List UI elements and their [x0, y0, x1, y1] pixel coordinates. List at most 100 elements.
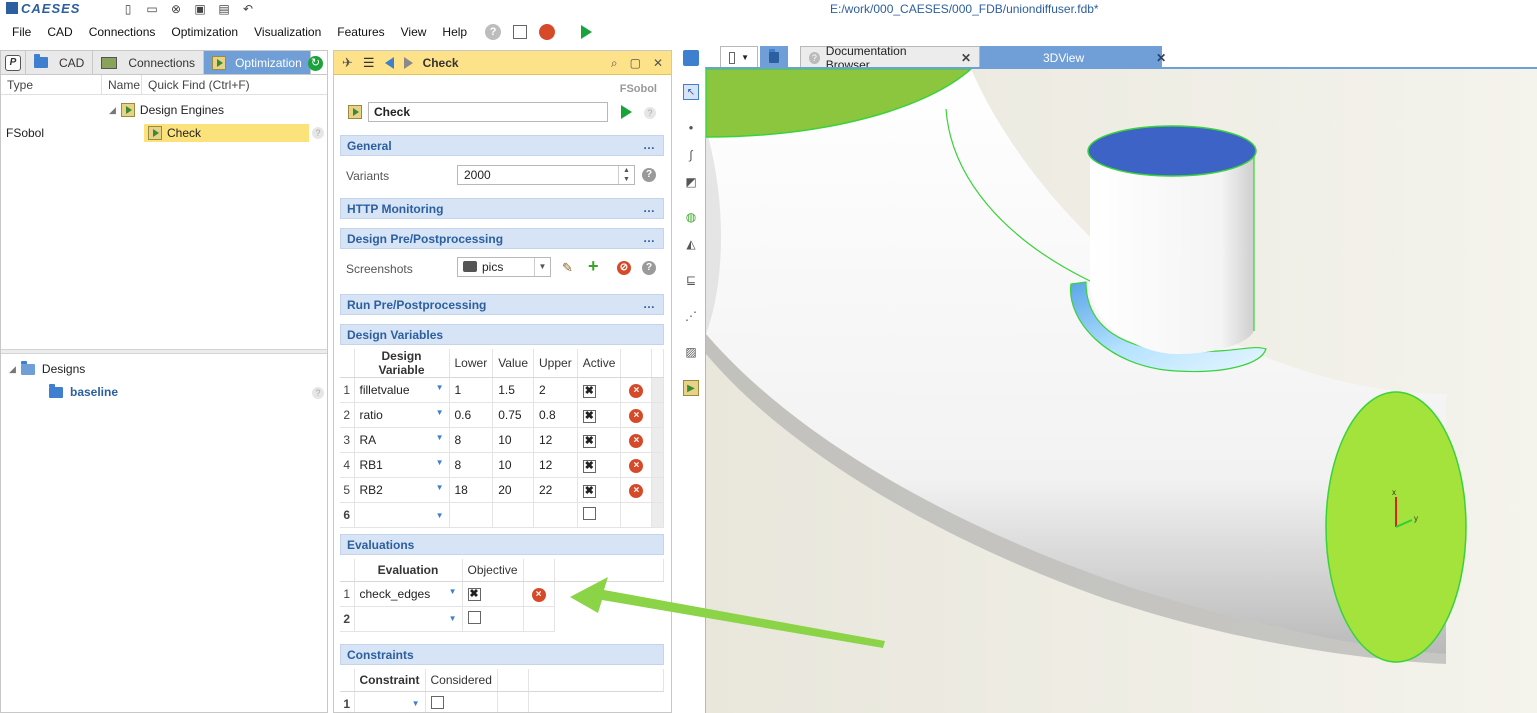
design-variable-cell[interactable]: RA ▼	[354, 427, 450, 453]
tree-group-design-engines[interactable]: ◢ Design Engines	[109, 103, 224, 117]
sketch-icon[interactable]: ▨	[683, 344, 699, 360]
more-icon[interactable]: …	[643, 201, 655, 215]
dropdown-arrow-icon[interactable]: ▼	[534, 258, 550, 276]
spin-arrows-icon[interactable]: ▲ ▼	[618, 166, 634, 184]
copy-window-icon[interactable]	[513, 25, 528, 39]
design-variable-cell[interactable]: filletvalue ▼	[354, 377, 450, 403]
help-icon[interactable]: ?	[642, 261, 656, 275]
more-icon[interactable]: …	[643, 138, 655, 152]
tab-parameters[interactable]: P	[1, 51, 26, 74]
measure-icon[interactable]: ⊑	[683, 272, 699, 288]
delete-row-icon[interactable]: ×	[629, 409, 644, 423]
save-icon[interactable]: ▣	[192, 2, 208, 16]
tab-optimization[interactable]: Optimization	[204, 51, 311, 74]
design-variable-cell[interactable]: ratio ▼	[354, 402, 450, 428]
menu-cad[interactable]: CAD	[39, 25, 80, 39]
tree-item-check[interactable]: Check	[144, 124, 309, 142]
upper-cell[interactable]: 2	[533, 377, 578, 403]
menu-connections[interactable]: Connections	[81, 25, 164, 39]
dropdown-arrow-icon[interactable]: ▼	[436, 483, 444, 492]
surface-icon[interactable]: ◩	[683, 174, 699, 190]
lower-cell[interactable]: 1	[449, 377, 494, 403]
objective-checkbox[interactable]	[467, 610, 481, 624]
upper-cell[interactable]: 0.8	[533, 402, 578, 428]
col-value[interactable]: Value	[492, 349, 534, 378]
section-run-prepost[interactable]: Run Pre/Postprocessing…	[340, 294, 664, 315]
quick-find-field[interactable]: Quick Find (Ctrl+F)	[142, 75, 256, 95]
lower-cell[interactable]: 0.6	[449, 402, 494, 428]
value-cell[interactable]: 10	[492, 452, 534, 478]
duplicate-icon[interactable]: ▢	[630, 56, 641, 71]
active-checkbox[interactable]: ✖	[582, 434, 596, 448]
add-icon[interactable]: +	[588, 256, 599, 277]
more-icon[interactable]: …	[643, 231, 655, 245]
value-cell[interactable]: 1.5	[492, 377, 534, 403]
expand-arrow-icon[interactable]: ◢	[109, 105, 116, 116]
run-engine-icon[interactable]	[621, 105, 632, 119]
curve-engine-icon[interactable]: ◍	[683, 209, 699, 225]
close-tab-icon[interactable]: ✕	[961, 51, 971, 65]
tab-documentation-browser[interactable]: ? Documentation Browser ✕	[800, 44, 980, 72]
dropdown-arrow-icon[interactable]: ▼	[449, 587, 457, 596]
select-icon[interactable]: ↖	[683, 84, 699, 100]
upper-cell[interactable]	[533, 502, 578, 528]
help-icon[interactable]: ?	[642, 168, 656, 182]
section-design-variables[interactable]: Design Variables	[340, 324, 664, 345]
col-upper[interactable]: Upper	[533, 349, 578, 378]
menu-view[interactable]: View	[393, 25, 435, 39]
dropdown-arrow-icon[interactable]: ▼	[436, 408, 444, 417]
curve-icon[interactable]: ∫	[683, 147, 699, 163]
col-constraint[interactable]: Constraint	[354, 669, 426, 692]
objective-checkbox[interactable]: ✖	[467, 588, 481, 601]
stop-icon[interactable]	[539, 24, 556, 40]
panel-splitter[interactable]	[1, 349, 327, 354]
dropdown-arrow-icon[interactable]: ▼	[436, 511, 444, 520]
variants-spinbox[interactable]: 2000 ▲ ▼	[457, 165, 635, 185]
active-checkbox[interactable]: ✖	[582, 384, 596, 398]
close-icon[interactable]: ✕	[653, 56, 663, 71]
more-icon[interactable]: …	[643, 297, 655, 311]
upper-cell[interactable]: 12	[533, 427, 578, 453]
close-project-icon[interactable]: ⊗	[168, 2, 184, 16]
evaluation-cell[interactable]: check_edges ▼	[354, 581, 463, 607]
considered-checkbox[interactable]	[430, 695, 444, 709]
value-cell[interactable]: 10	[492, 427, 534, 453]
section-http-monitoring[interactable]: HTTP Monitoring…	[340, 198, 664, 219]
value-cell[interactable]	[492, 502, 534, 528]
dropdown-arrow-icon[interactable]: ▼	[449, 614, 457, 623]
expand-arrow-icon[interactable]: ◢	[9, 364, 16, 375]
tree-group-designs[interactable]: ◢ Designs	[9, 360, 85, 376]
design-variable-cell[interactable]: ▼	[354, 502, 450, 528]
dropdown-arrow-icon[interactable]: ▼	[436, 458, 444, 467]
edit-icon[interactable]: ✎	[562, 260, 573, 276]
dropdown-arrow-icon[interactable]: ▼	[436, 433, 444, 442]
tab-cad[interactable]: CAD	[26, 51, 94, 74]
col-evaluation[interactable]: Evaluation	[354, 559, 463, 582]
evaluation-cell[interactable]: ▼	[354, 606, 463, 632]
design-engine-icon[interactable]: ▶	[683, 380, 699, 396]
engine-name-field[interactable]: Check	[368, 102, 608, 122]
remove-icon[interactable]: ⊘	[617, 261, 631, 275]
active-checkbox[interactable]	[582, 507, 596, 520]
col-lower[interactable]: Lower	[449, 349, 494, 378]
lower-cell[interactable]: 8	[449, 427, 494, 453]
delete-row-icon[interactable]: ×	[629, 484, 644, 498]
col-name[interactable]: Name	[102, 74, 142, 95]
col-type[interactable]: Type	[1, 74, 102, 95]
save-as-icon[interactable]: ▤	[216, 2, 232, 16]
search-icon[interactable]: ⌕	[611, 56, 618, 71]
screenshots-select[interactable]: pics ▼	[457, 257, 551, 277]
undo-icon[interactable]: ↶	[240, 2, 256, 16]
dotted-line-icon[interactable]: ⋰	[683, 308, 699, 324]
refresh-icon[interactable]: ↻	[308, 56, 323, 71]
upper-cell[interactable]: 12	[533, 452, 578, 478]
view-layout-button[interactable]: ▼	[720, 46, 758, 68]
active-checkbox[interactable]: ✖	[582, 484, 596, 498]
section-general[interactable]: General…	[340, 135, 664, 156]
section-evaluations[interactable]: Evaluations	[340, 534, 664, 555]
help-icon[interactable]: ?	[485, 24, 502, 40]
help-icon[interactable]: ?	[644, 107, 656, 119]
design-variable-cell[interactable]: RB2 ▼	[354, 477, 450, 503]
new-file-icon[interactable]: ▯	[120, 2, 136, 16]
lower-cell[interactable]	[449, 502, 494, 528]
